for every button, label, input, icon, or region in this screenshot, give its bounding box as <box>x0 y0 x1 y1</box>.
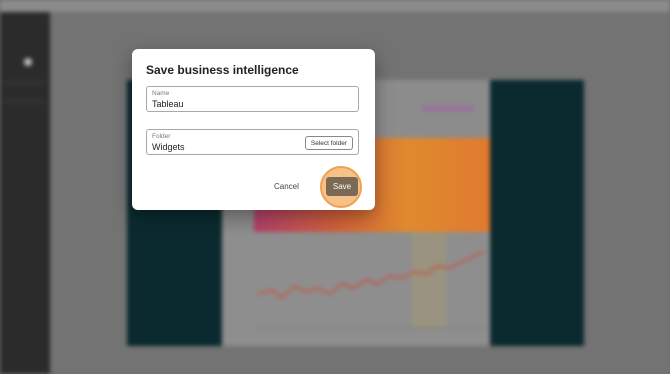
name-field-label: Name <box>152 90 170 97</box>
dot-icon <box>24 58 32 66</box>
name-field-value[interactable]: Tableau <box>152 99 184 109</box>
sidebar-divider <box>4 100 44 102</box>
folder-field-label: Folder <box>152 133 171 140</box>
sidebar-divider <box>4 82 44 84</box>
left-sidebar <box>0 12 50 374</box>
cancel-button[interactable]: Cancel <box>274 182 299 191</box>
folder-field[interactable]: Folder Widgets Select folder <box>146 129 359 155</box>
save-button[interactable]: Save <box>326 177 358 196</box>
select-folder-button[interactable]: Select folder <box>304 136 353 150</box>
name-field[interactable]: Name Tableau <box>146 86 359 112</box>
dashboard-panel-right <box>490 80 584 346</box>
top-bar <box>0 0 670 12</box>
folder-field-value: Widgets <box>152 142 185 152</box>
dialog-title: Save business intelligence <box>146 63 299 77</box>
